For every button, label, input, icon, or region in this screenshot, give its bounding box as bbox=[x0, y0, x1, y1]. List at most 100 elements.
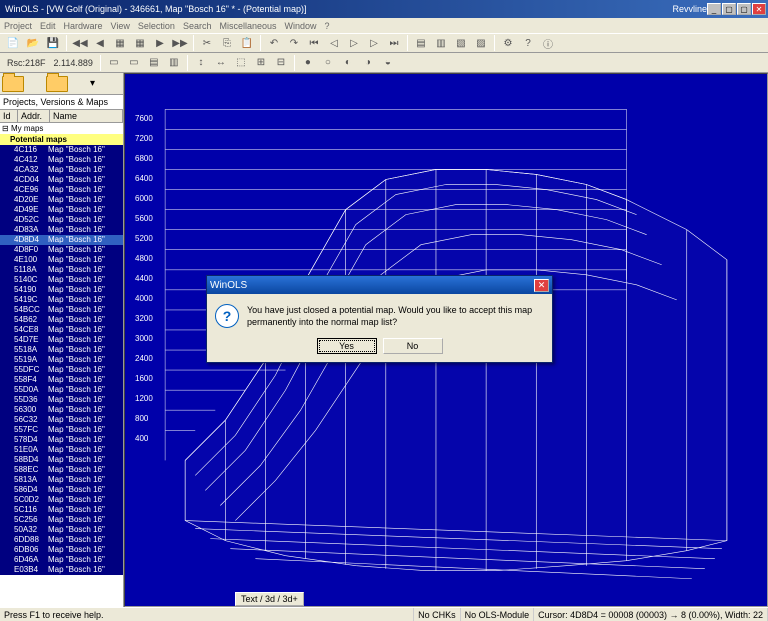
tree-item[interactable]: 54D7EMap "Bosch 16" bbox=[0, 335, 123, 345]
tree-item[interactable]: 4D49EMap "Bosch 16" bbox=[0, 205, 123, 215]
tree-item[interactable]: 4C116Map "Bosch 16" bbox=[0, 145, 123, 155]
restore-button[interactable]: ▢ bbox=[722, 3, 736, 15]
tb-view4-icon[interactable]: ▨ bbox=[472, 35, 490, 52]
tree-item[interactable]: 5C116Map "Bosch 16" bbox=[0, 505, 123, 515]
col-addr[interactable]: Addr. bbox=[18, 110, 50, 122]
menu-help[interactable]: ? bbox=[325, 21, 330, 31]
tb-right-icon[interactable]: ▷ bbox=[365, 35, 383, 52]
tb-open-icon[interactable]: 📂 bbox=[24, 35, 42, 52]
tree-item[interactable]: 56300Map "Bosch 16" bbox=[0, 405, 123, 415]
menu-misc[interactable]: Miscellaneous bbox=[219, 21, 276, 31]
tb2-k-icon[interactable]: ○ bbox=[319, 54, 337, 71]
tb2-b-icon[interactable]: ▭ bbox=[125, 54, 143, 71]
menu-project[interactable]: Project bbox=[4, 21, 32, 31]
tree-item[interactable]: 5813AMap "Bosch 16" bbox=[0, 475, 123, 485]
tb-back-icon[interactable]: ◀ bbox=[91, 35, 109, 52]
tree-item[interactable]: 6DB06Map "Bosch 16" bbox=[0, 545, 123, 555]
tree-item[interactable]: 4D8F0Map "Bosch 16" bbox=[0, 245, 123, 255]
tb-new-icon[interactable]: 📄 bbox=[4, 35, 22, 52]
tb2-n-icon[interactable]: ◒ bbox=[379, 54, 397, 71]
tb-fwd-icon[interactable]: ▶▶ bbox=[171, 35, 189, 52]
tree-item[interactable]: 4CE96Map "Bosch 16" bbox=[0, 185, 123, 195]
tb-paste-icon[interactable]: 📋 bbox=[238, 35, 256, 52]
menu-view[interactable]: View bbox=[111, 21, 130, 31]
tree-item[interactable]: 58BD4Map "Bosch 16" bbox=[0, 455, 123, 465]
menu-hardware[interactable]: Hardware bbox=[64, 21, 103, 31]
tree-item[interactable]: 5518AMap "Bosch 16" bbox=[0, 345, 123, 355]
tree-item[interactable]: 4E100Map "Bosch 16" bbox=[0, 255, 123, 265]
tree-item[interactable]: 557FCMap "Bosch 16" bbox=[0, 425, 123, 435]
tree-item[interactable]: 5519AMap "Bosch 16" bbox=[0, 355, 123, 365]
tb-copy-icon[interactable]: ⎘ bbox=[218, 35, 236, 52]
tb-view3-icon[interactable]: ▧ bbox=[452, 35, 470, 52]
tree-item[interactable]: 54190Map "Bosch 16" bbox=[0, 285, 123, 295]
tree-item[interactable]: 6D46AMap "Bosch 16" bbox=[0, 555, 123, 565]
tree-item[interactable]: 588ECMap "Bosch 16" bbox=[0, 465, 123, 475]
tree-item[interactable]: 4C412Map "Bosch 16" bbox=[0, 155, 123, 165]
dropdown-icon[interactable]: ▾ bbox=[90, 78, 95, 89]
tree-item[interactable]: 55D36Map "Bosch 16" bbox=[0, 395, 123, 405]
tb-first-icon[interactable]: ⏮ bbox=[305, 35, 323, 52]
tree-item[interactable]: 586D4Map "Bosch 16" bbox=[0, 485, 123, 495]
tb2-l-icon[interactable]: ◐ bbox=[339, 54, 357, 71]
tb2-a-icon[interactable]: ▭ bbox=[105, 54, 123, 71]
folder-icon[interactable] bbox=[46, 76, 68, 92]
tree-item[interactable]: 50A32Map "Bosch 16" bbox=[0, 525, 123, 535]
tree-item[interactable]: 54CE8Map "Bosch 16" bbox=[0, 325, 123, 335]
tb-grid2-icon[interactable]: ▦ bbox=[131, 35, 149, 52]
tree-item[interactable]: 5C0D2Map "Bosch 16" bbox=[0, 495, 123, 505]
tree-item[interactable]: 5419CMap "Bosch 16" bbox=[0, 295, 123, 305]
tree-item[interactable]: 54BCCMap "Bosch 16" bbox=[0, 305, 123, 315]
tree-item[interactable]: 55DFCMap "Bosch 16" bbox=[0, 365, 123, 375]
tree-item[interactable]: 4CA32Map "Bosch 16" bbox=[0, 165, 123, 175]
tb-play-icon[interactable]: ▷ bbox=[345, 35, 363, 52]
tree-root-mymaps[interactable]: My maps bbox=[0, 123, 123, 134]
tb-left-icon[interactable]: ◁ bbox=[325, 35, 343, 52]
tb2-f-icon[interactable]: ↔ bbox=[212, 54, 230, 71]
close-button[interactable]: ✕ bbox=[752, 3, 766, 15]
tree-item[interactable]: 54B62Map "Bosch 16" bbox=[0, 315, 123, 325]
tree-item[interactable]: 5C256Map "Bosch 16" bbox=[0, 515, 123, 525]
tb-prev-icon[interactable]: ◀◀ bbox=[71, 35, 89, 52]
menu-window[interactable]: Window bbox=[285, 21, 317, 31]
tb2-d-icon[interactable]: ▥ bbox=[165, 54, 183, 71]
tree-item[interactable]: 56C32Map "Bosch 16" bbox=[0, 415, 123, 425]
tb-grid-icon[interactable]: ▦ bbox=[111, 35, 129, 52]
tb-redo-icon[interactable]: ↷ bbox=[285, 35, 303, 52]
menu-edit[interactable]: Edit bbox=[40, 21, 56, 31]
tb-view1-icon[interactable]: ▤ bbox=[412, 35, 430, 52]
tb-cut-icon[interactable]: ✂ bbox=[198, 35, 216, 52]
tb-next-icon[interactable]: ▶ bbox=[151, 35, 169, 52]
tb2-h-icon[interactable]: ⊞ bbox=[252, 54, 270, 71]
tb2-c-icon[interactable]: ▤ bbox=[145, 54, 163, 71]
tree-item[interactable]: 4D83AMap "Bosch 16" bbox=[0, 225, 123, 235]
viewer-tab[interactable]: Text / 3d / 3d+ bbox=[235, 592, 304, 606]
tree-item[interactable]: 51E0AMap "Bosch 16" bbox=[0, 445, 123, 455]
tb2-g-icon[interactable]: ⬚ bbox=[232, 54, 250, 71]
tb-last-icon[interactable]: ⏭ bbox=[385, 35, 403, 52]
maximize-button[interactable]: ▢ bbox=[737, 3, 751, 15]
tb-info-icon[interactable]: ⓘ bbox=[539, 35, 557, 52]
dialog-titlebar[interactable]: WinOLS ✕ bbox=[207, 276, 552, 294]
tree-item[interactable]: 558F4Map "Bosch 16" bbox=[0, 375, 123, 385]
no-button[interactable]: No bbox=[383, 338, 443, 354]
tb2-i-icon[interactable]: ⊟ bbox=[272, 54, 290, 71]
tree-item[interactable]: 4D20EMap "Bosch 16" bbox=[0, 195, 123, 205]
col-id[interactable]: Id bbox=[0, 110, 18, 122]
tb-save-icon[interactable]: 💾 bbox=[44, 35, 62, 52]
tree-item[interactable]: 55D0AMap "Bosch 16" bbox=[0, 385, 123, 395]
tree-item[interactable]: 5140CMap "Bosch 16" bbox=[0, 275, 123, 285]
yes-button[interactable]: Yes bbox=[317, 338, 377, 354]
tree-group-potential[interactable]: Potential maps bbox=[0, 134, 123, 145]
tb2-j-icon[interactable]: ● bbox=[299, 54, 317, 71]
tree-item[interactable]: 4D8D4Map "Bosch 16" bbox=[0, 235, 123, 245]
minimize-button[interactable]: _ bbox=[707, 3, 721, 15]
tb2-e-icon[interactable]: ↕ bbox=[192, 54, 210, 71]
tree-item[interactable]: 578D4Map "Bosch 16" bbox=[0, 435, 123, 445]
col-name[interactable]: Name bbox=[50, 110, 123, 122]
tb2-m-icon[interactable]: ◑ bbox=[359, 54, 377, 71]
menu-search[interactable]: Search bbox=[183, 21, 212, 31]
tb-view2-icon[interactable]: ▥ bbox=[432, 35, 450, 52]
tb-prop-icon[interactable]: ⚙ bbox=[499, 35, 517, 52]
tree-item[interactable]: E03B4Map "Bosch 16" bbox=[0, 565, 123, 575]
